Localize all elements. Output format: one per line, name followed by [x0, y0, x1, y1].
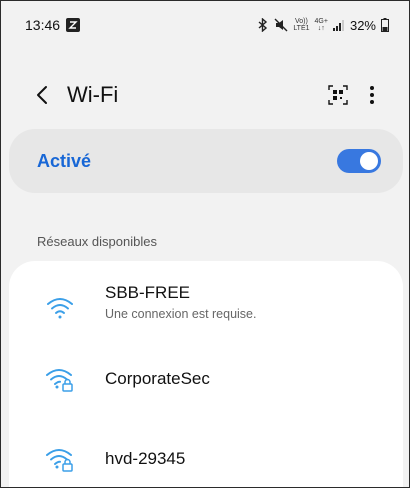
- wifi-master-toggle[interactable]: Activé: [9, 129, 403, 193]
- net-line1: 4G+: [314, 18, 328, 25]
- volte-icon: Vo)) LTE1: [293, 18, 309, 32]
- volte-line2: LTE1: [293, 25, 310, 32]
- network-text: hvd-29345: [105, 449, 185, 469]
- volte-line1: Vo)): [295, 18, 308, 25]
- network-name: SBB-FREE: [105, 283, 191, 302]
- network-name: CorporateSec: [105, 369, 210, 388]
- status-time: 13:46: [25, 17, 61, 33]
- back-button[interactable]: [31, 81, 53, 109]
- notification-icon: [66, 18, 81, 32]
- network-item-corporatesec[interactable]: CorporateSec: [9, 355, 403, 405]
- status-right: Vo)) LTE1 4G+ ↓↑ 32%: [257, 18, 389, 33]
- network-name: hvd-29345: [105, 449, 186, 468]
- battery-icon: [381, 18, 389, 32]
- available-networks-header: Réseaux disponibles: [37, 234, 157, 249]
- more-vertical-icon: [370, 86, 374, 104]
- qr-code-icon: [328, 85, 348, 105]
- switch-knob: [360, 152, 378, 170]
- more-options-button[interactable]: [355, 78, 389, 112]
- network-status: Une connexion est requise.: [105, 307, 257, 321]
- wifi-icon: [45, 295, 75, 321]
- mute-icon: [274, 18, 288, 32]
- signal-icon: [332, 19, 345, 31]
- phone-screen: 13:46 Vo)) LTE1 4G+ ↓↑ 32% Wi-Fi Activé …: [0, 0, 410, 488]
- qr-scan-button[interactable]: [321, 78, 355, 112]
- net-line2: ↓↑: [317, 25, 325, 32]
- status-bar: 13:46 Vo)) LTE1 4G+ ↓↑ 32%: [1, 1, 409, 49]
- battery-percent: 32%: [349, 17, 376, 33]
- network-text: CorporateSec: [105, 369, 210, 389]
- status-left: 13:46: [25, 17, 81, 33]
- page-title: Wi-Fi: [67, 82, 119, 107]
- wifi-switch[interactable]: [337, 149, 381, 173]
- master-toggle-label: Activé: [37, 150, 92, 171]
- wifi-lock-icon: [45, 367, 75, 393]
- top-app-bar: Wi-Fi: [1, 73, 409, 117]
- chevron-left-icon: [37, 86, 47, 104]
- network-item-hvd-29345[interactable]: hvd-29345: [9, 435, 403, 485]
- network-list: SBB-FREE Une connexion est requise. Corp…: [9, 261, 403, 487]
- network-item-sbb-free[interactable]: SBB-FREE Une connexion est requise.: [9, 275, 403, 341]
- network-text: SBB-FREE Une connexion est requise.: [105, 283, 256, 321]
- bluetooth-icon: [257, 18, 269, 32]
- lte-4g-icon: 4G+ ↓↑: [315, 18, 328, 32]
- wifi-lock-icon: [45, 447, 75, 473]
